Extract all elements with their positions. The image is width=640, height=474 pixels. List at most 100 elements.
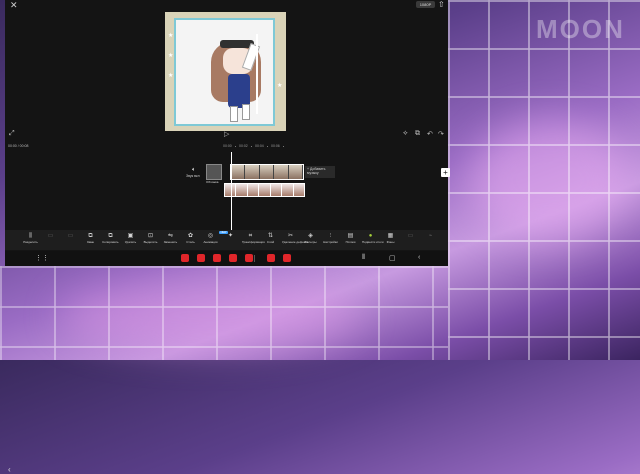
backgrounds-icon: ▦ [387, 233, 394, 239]
disabled-icon: ▭ [407, 233, 414, 239]
audio-toggle-label[interactable]: Звук вкл [186, 174, 200, 178]
layer-icon: ⇅ [267, 233, 274, 239]
resolution-button[interactable]: 1080P [416, 1, 435, 8]
clip-frame [231, 165, 246, 179]
tool-select[interactable]: ⊡ Выделить [142, 232, 159, 244]
ruler-mark: 00:06 [271, 144, 280, 148]
select-icon: ⊡ [147, 233, 154, 239]
ruler-mark: 00:00 [223, 144, 232, 148]
app-icon-2[interactable] [197, 254, 205, 262]
close-icon[interactable]: ✕ [10, 1, 18, 10]
overlay-frame [236, 184, 247, 196]
tool-layer[interactable]: ⇅ Слой [262, 232, 279, 244]
clip-frame [259, 165, 275, 179]
home-icon[interactable]: ▢ [389, 254, 396, 262]
tool-swap[interactable]: ⇋ Заменить [162, 232, 179, 244]
tool-disabled[interactable]: ⌁ [422, 232, 439, 240]
copy-icon: ⧉ [108, 233, 113, 239]
tool-adjust[interactable]: ⫶ Настройки [322, 232, 339, 244]
tool-summary[interactable]: ● Подвести итоги [362, 232, 384, 244]
ruler-mark: 00:04 [255, 144, 264, 148]
tool-label: Анимация [203, 240, 218, 244]
tool-backgrounds[interactable]: ▦ Фоны [382, 232, 399, 244]
overlay-track[interactable] [224, 183, 305, 197]
background-grid [0, 266, 448, 360]
app-icon-6[interactable] [267, 254, 275, 262]
keyframe-icon[interactable]: ⟡ [403, 130, 408, 138]
tool-filters[interactable]: ◈ Фильтры [302, 232, 319, 244]
tool-label: Выделить [143, 240, 158, 244]
ruler-dot [283, 146, 284, 147]
audio-icon[interactable]: 🔈︎ [192, 167, 196, 174]
character-body [228, 74, 250, 108]
sparkle-icon: ★ [168, 33, 174, 39]
tool-remove-defect[interactable]: ✂ Удаление дефекта [282, 232, 308, 244]
tool-label: Фильтры [304, 240, 317, 244]
background-watermark: MOON [536, 14, 625, 44]
clip-frame [288, 165, 304, 179]
clip-frame [274, 165, 289, 179]
ruler-mark: 00:02 [239, 144, 248, 148]
tool-delete[interactable]: ▣ Удалить [122, 232, 139, 244]
app-icon-7[interactable] [283, 254, 291, 262]
tool-disabled[interactable]: ▭ [62, 232, 79, 240]
video-preview[interactable]: ★ ★ ★ ★ [165, 12, 286, 131]
overlay-frame [293, 184, 304, 196]
filters-icon: ◈ [308, 233, 313, 239]
overlay-frame [259, 184, 270, 196]
app-icon-4[interactable] [229, 254, 237, 262]
snap-icon[interactable]: ⧉ [415, 130, 420, 138]
fullscreen-icon[interactable]: ⤢ [9, 130, 15, 138]
redo-icon[interactable]: ↷ [438, 130, 444, 138]
sparkle-icon: ★ [168, 53, 174, 59]
tool-label: Разделить [23, 240, 38, 244]
frame-border [256, 34, 258, 114]
cover-label: Обложка [206, 180, 219, 184]
tool-label: Трансформация [242, 240, 265, 244]
tool-streams[interactable]: ▤ Потоки [342, 232, 359, 244]
tool-style[interactable]: ✿ Стиль [182, 232, 199, 244]
back-arrow-icon[interactable]: ‹ [8, 465, 11, 474]
tool-copy[interactable]: ⧉ Копировать [102, 232, 119, 244]
add-clip-button[interactable]: + [441, 168, 450, 177]
app-icon-3[interactable] [213, 254, 221, 262]
tool-disabled[interactable]: ▭ [42, 232, 59, 240]
add-music-button[interactable]: + Добавить музыку [305, 166, 335, 178]
tool-animation[interactable]: ◎ Анимация [202, 232, 219, 244]
tool-label: Подвести итоги [362, 240, 384, 244]
tool-crop[interactable]: ⌗ Трансформация [242, 232, 265, 244]
recents-icon[interactable]: ⦀ [362, 254, 365, 262]
disabled-icon: ⌁ [428, 233, 433, 239]
system-navbar: ⋮⋮ ⦀ ▢ ‹ [5, 251, 448, 266]
disabled-icon: ▭ [47, 233, 54, 239]
sparkle-icon: ★ [277, 83, 283, 89]
cover-button[interactable] [206, 164, 222, 180]
ruler-dot [235, 146, 236, 147]
playhead[interactable] [231, 152, 232, 230]
overlay-frame [247, 184, 259, 196]
tool-label: Настройки [323, 240, 338, 244]
apps-grid-icon[interactable]: ⋮⋮ [35, 254, 49, 262]
tool-disabled[interactable]: ▭ [402, 232, 419, 240]
video-clip[interactable] [230, 164, 304, 180]
export-icon[interactable]: ⇧ [438, 0, 445, 9]
ruler-dot [251, 146, 252, 147]
tool-label: Слой [266, 240, 275, 244]
undo-icon[interactable]: ↶ [427, 130, 433, 138]
tool-replace[interactable]: ⧉ Заме [82, 232, 99, 244]
back-icon[interactable]: ‹ [418, 254, 420, 261]
app-icon-1[interactable] [181, 254, 189, 262]
dock-separator [254, 255, 255, 262]
overlay-frame [282, 184, 293, 196]
streams-icon: ▤ [347, 233, 354, 239]
tool-label: Заме [86, 240, 95, 244]
play-icon[interactable]: ▷ [224, 130, 229, 138]
tool-split[interactable]: ⫼ Разделить [22, 232, 39, 244]
timecode: 00:00 / 00:08 [8, 144, 29, 148]
overlay-frame [270, 184, 282, 196]
clip-frame [245, 165, 260, 179]
ruler-dot [267, 146, 268, 147]
summary-icon: ● [368, 233, 373, 239]
tool-label: Удалить [124, 240, 137, 244]
app-icon-5[interactable] [245, 254, 253, 262]
